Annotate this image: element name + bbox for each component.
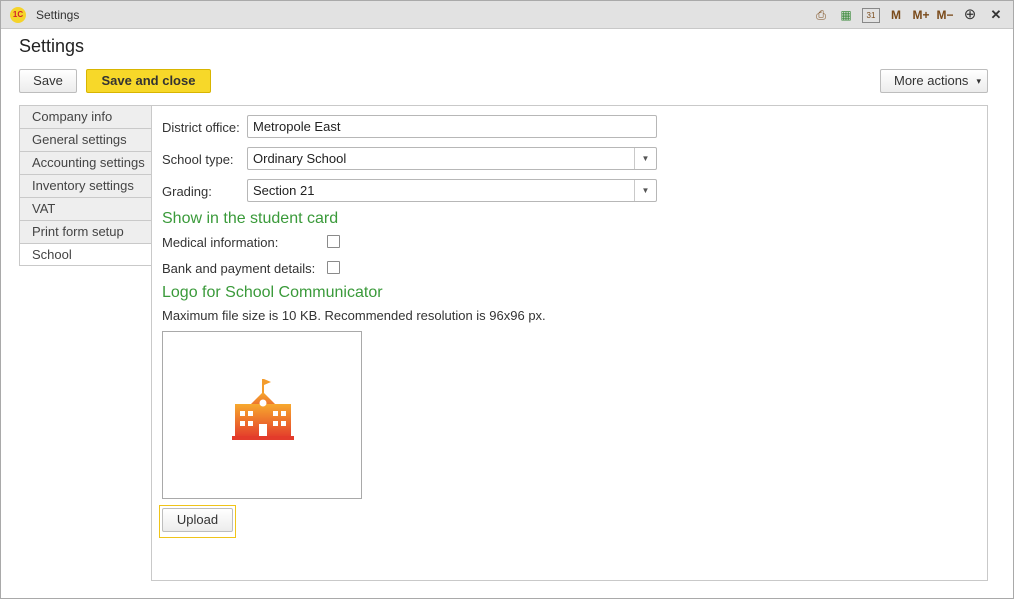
- bank-payment-details-checkbox[interactable]: [327, 261, 340, 274]
- district-office-label: District office:: [162, 120, 240, 135]
- memory-plus-icon[interactable]: M+: [910, 7, 932, 23]
- settings-tabs: Company info General settings Accounting…: [19, 105, 152, 266]
- app-logo-icon: 1C: [10, 7, 26, 23]
- school-type-select[interactable]: Ordinary School ▼: [247, 147, 657, 170]
- dropdown-arrow-icon[interactable]: ▼: [634, 148, 656, 169]
- medical-information-label: Medical information:: [162, 235, 279, 250]
- close-icon[interactable]: ✕: [989, 7, 1003, 23]
- tab-general-settings[interactable]: General settings: [19, 128, 152, 151]
- tab-school[interactable]: School: [19, 243, 152, 266]
- grading-value: Section 21: [253, 183, 315, 198]
- zoom-icon[interactable]: ⊕: [962, 7, 978, 23]
- save-and-close-button[interactable]: Save and close: [86, 69, 211, 93]
- logo-section-title: Logo for School Communicator: [162, 284, 383, 301]
- more-actions-label: More actions: [894, 73, 969, 88]
- window-title: Settings: [36, 8, 80, 22]
- title-bar: 1C Settings ⎙ ▦ 31 M M+ M− ⊕ ✕: [1, 1, 1013, 29]
- tab-accounting-settings[interactable]: Accounting settings: [19, 151, 152, 174]
- school-type-value: Ordinary School: [253, 151, 347, 166]
- school-building-icon: [232, 379, 294, 440]
- tab-company-info[interactable]: Company info: [19, 105, 152, 128]
- grading-select[interactable]: Section 21 ▼: [247, 179, 657, 202]
- dropdown-arrow-icon[interactable]: ▼: [634, 180, 656, 201]
- calendar-icon[interactable]: 31: [862, 8, 880, 23]
- medical-information-checkbox[interactable]: [327, 235, 340, 248]
- bank-payment-details-label: Bank and payment details:: [162, 261, 316, 276]
- memory-minus-icon[interactable]: M−: [934, 7, 956, 23]
- grading-label: Grading:: [162, 184, 212, 199]
- logo-size-note: Maximum file size is 10 KB. Recommended …: [162, 308, 546, 323]
- print-icon[interactable]: ⎙: [814, 7, 828, 23]
- chevron-down-icon: ▾: [976, 76, 981, 86]
- page-title: Settings: [19, 36, 85, 56]
- tab-vat[interactable]: VAT: [19, 197, 152, 220]
- district-office-field[interactable]: Metropole East: [247, 115, 657, 138]
- settings-window: 1C Settings ⎙ ▦ 31 M M+ M− ⊕ ✕ Settings …: [0, 0, 1014, 599]
- tab-inventory-settings[interactable]: Inventory settings: [19, 174, 152, 197]
- memory-m-icon[interactable]: M: [889, 7, 903, 23]
- upload-focus-frame: Upload: [159, 505, 236, 538]
- student-card-section-title: Show in the student card: [162, 210, 339, 227]
- school-type-label: School type:: [162, 152, 234, 167]
- save-button[interactable]: Save: [19, 69, 77, 93]
- more-actions-button[interactable]: More actions ▾: [880, 69, 988, 93]
- logo-preview[interactable]: [162, 331, 362, 499]
- tab-print-form-setup[interactable]: Print form setup: [19, 220, 152, 243]
- calculator-icon[interactable]: ▦: [839, 7, 853, 23]
- upload-button[interactable]: Upload: [162, 508, 233, 532]
